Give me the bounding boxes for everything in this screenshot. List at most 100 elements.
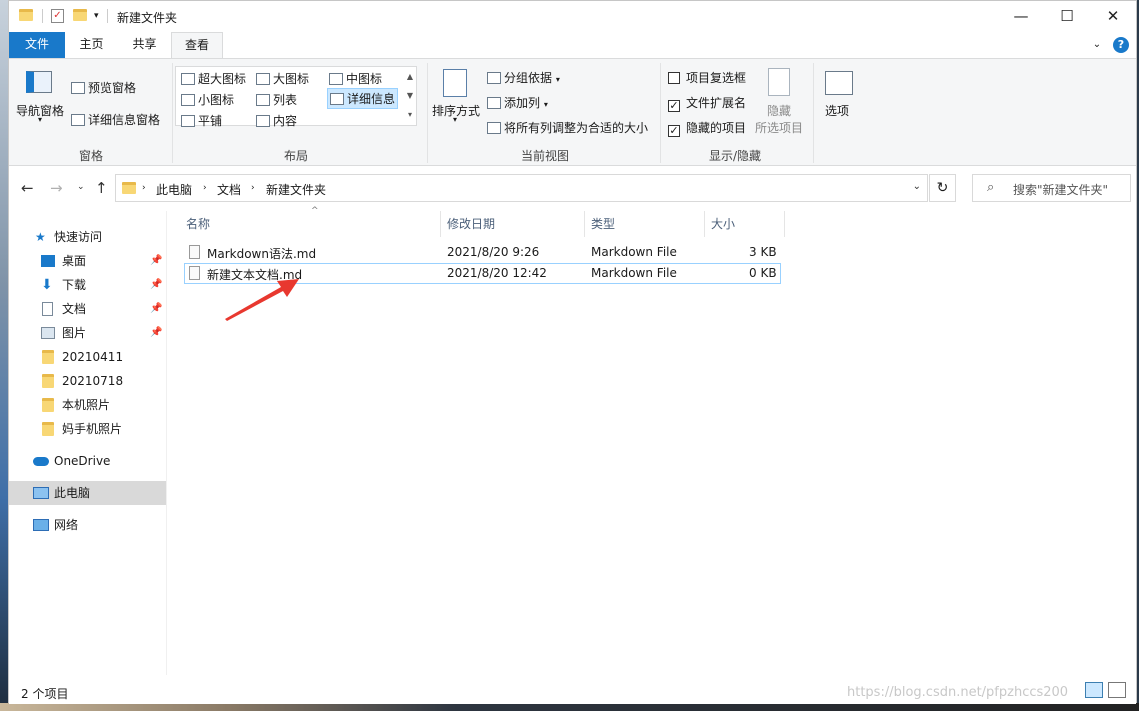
expand-ribbon-icon[interactable]: ⌄: [1089, 37, 1105, 53]
file-list: ^ 名称 修改日期 类型 大小 Markdown语法.md 2021/8/20 …: [167, 206, 1136, 675]
hidden-items-toggle[interactable]: ✓ 隐藏的项目: [668, 119, 746, 137]
folder-icon: [42, 422, 54, 436]
tab-home[interactable]: 主页: [65, 32, 118, 58]
item-count: 2 个项目: [21, 687, 69, 701]
fit-columns-button[interactable]: 将所有列调整为合适的大小: [487, 119, 648, 136]
breadcrumb-this-pc[interactable]: 此电脑: [156, 181, 192, 198]
layout-details[interactable]: 详细信息: [327, 88, 399, 109]
expand-gallery-icon[interactable]: ▾: [408, 110, 412, 119]
layout-large-icons[interactable]: 大图标: [256, 70, 309, 87]
chevron-down-icon[interactable]: ▾: [94, 11, 99, 21]
sidebar-item-quick-access[interactable]: ★ 快速访问: [9, 225, 166, 249]
layout-item-label: 内容: [273, 114, 298, 128]
search-input[interactable]: ⌕ 搜索"新建文件夹": [972, 174, 1131, 202]
tab-share[interactable]: 共享: [118, 32, 171, 58]
maximize-button[interactable]: ☐: [1044, 1, 1090, 32]
column-header-modified[interactable]: 修改日期: [447, 215, 495, 232]
breadcrumb-documents[interactable]: 文档: [217, 181, 241, 198]
chevron-right-icon[interactable]: ›: [203, 183, 207, 193]
scroll-down-icon[interactable]: ▼: [407, 91, 413, 100]
column-separator[interactable]: [584, 211, 585, 237]
layout-extra-large-icons[interactable]: 超大图标: [181, 70, 246, 87]
layout-gallery-scroll[interactable]: ▲ ▼ ▾: [404, 67, 416, 125]
sidebar-item-folder[interactable]: 妈手机照片: [9, 417, 166, 441]
sidebar-item-this-pc[interactable]: 此电脑: [9, 481, 166, 505]
layout-medium-icons[interactable]: 中图标: [329, 70, 382, 87]
column-separator[interactable]: [784, 211, 785, 237]
column-separator[interactable]: [704, 211, 705, 237]
tiles-icon: [181, 115, 195, 127]
sidebar-item-desktop[interactable]: 桌面 📌: [9, 249, 166, 273]
file-name: Markdown语法.md: [207, 247, 317, 261]
sidebar-item-folder[interactable]: 20210411: [9, 345, 166, 369]
large-icons-view-button[interactable]: [1108, 682, 1126, 698]
sidebar-item-folder[interactable]: 20210718: [9, 369, 166, 393]
column-header-type[interactable]: 类型: [591, 215, 615, 232]
layout-content[interactable]: 内容: [256, 112, 297, 129]
up-icon[interactable]: ↑: [95, 179, 108, 197]
details-icon: [330, 93, 344, 105]
sidebar-item-folder[interactable]: 本机照片: [9, 393, 166, 417]
layout-item-label: 超大图标: [198, 72, 247, 86]
minimize-button[interactable]: —: [998, 1, 1044, 32]
title-bar: ✓ ▾ 新建文件夹 — ☐ ✕: [9, 1, 1136, 32]
tab-file[interactable]: 文件: [9, 32, 65, 58]
refresh-button[interactable]: ↻: [929, 174, 956, 202]
group-by-label: 分组依据: [504, 71, 553, 85]
item-checkboxes-toggle[interactable]: 项目复选框: [668, 69, 746, 86]
file-extensions-toggle[interactable]: ✓ 文件扩展名: [668, 94, 746, 112]
navigation-pane: ★ 快速访问 桌面 📌 ⬇ 下载 📌 文档 📌 图片 📌 20210411 20…: [9, 211, 166, 675]
details-pane-button[interactable]: 详细信息窗格: [71, 111, 160, 128]
pin-icon[interactable]: 📌: [150, 273, 162, 297]
sidebar-item-pictures[interactable]: 图片 📌: [9, 321, 166, 345]
folder-icon: [42, 350, 54, 364]
pin-icon[interactable]: 📌: [150, 321, 162, 345]
sidebar-item-downloads[interactable]: ⬇ 下载 📌: [9, 273, 166, 297]
new-folder-icon[interactable]: [73, 9, 87, 21]
checkbox-checked-icon[interactable]: ✓: [668, 100, 680, 112]
sidebar-item-label: 20210718: [62, 374, 124, 388]
recent-locations-icon[interactable]: ⌄: [77, 182, 85, 192]
layout-list[interactable]: 列表: [256, 91, 297, 108]
address-bar[interactable]: › 此电脑 › 文档 › 新建文件夹 ⌄: [115, 174, 928, 202]
add-column-button[interactable]: 添加列 ▾: [487, 94, 548, 111]
folder-icon: [42, 398, 54, 412]
refresh-icon: ↻: [936, 180, 949, 196]
details-view-button[interactable]: [1085, 682, 1103, 698]
column-separator[interactable]: [440, 211, 441, 237]
sidebar-item-documents[interactable]: 文档 📌: [9, 297, 166, 321]
properties-icon[interactable]: ✓: [51, 9, 64, 23]
breadcrumb-new-folder[interactable]: 新建文件夹: [266, 181, 326, 198]
file-size: 0 KB: [749, 266, 777, 280]
chevron-right-icon[interactable]: ›: [142, 183, 146, 193]
preview-pane-button[interactable]: 预览窗格: [71, 79, 136, 96]
chevron-right-icon[interactable]: ›: [251, 183, 255, 193]
chevron-down-icon: ▾: [453, 115, 458, 124]
back-icon[interactable]: ←: [21, 179, 34, 197]
network-icon: [33, 519, 49, 531]
file-row[interactable]: Markdown语法.md 2021/8/20 9:26 Markdown Fi…: [184, 242, 781, 263]
column-header-name[interactable]: 名称: [186, 215, 210, 232]
layout-small-icons[interactable]: 小图标: [181, 91, 234, 108]
help-icon[interactable]: ?: [1113, 37, 1129, 53]
pin-icon[interactable]: 📌: [150, 249, 162, 273]
group-separator: [172, 63, 173, 163]
column-header-size[interactable]: 大小: [711, 215, 735, 232]
tab-view[interactable]: 查看: [171, 32, 223, 59]
layout-tiles[interactable]: 平铺: [181, 112, 222, 129]
options-button[interactable]: 选项: [825, 102, 849, 119]
sidebar-item-onedrive[interactable]: OneDrive: [9, 449, 166, 473]
pin-icon[interactable]: 📌: [150, 297, 162, 321]
large-icons-icon: [256, 73, 270, 85]
file-type: Markdown File: [591, 266, 677, 280]
scroll-up-icon[interactable]: ▲: [407, 72, 413, 81]
chevron-down-icon[interactable]: ⌄: [913, 181, 921, 192]
explorer-window: ✓ ▾ 新建文件夹 — ☐ ✕ 文件 主页 共享 查看 ⌄ ? 导航窗格 ▾ 预…: [8, 0, 1137, 704]
close-button[interactable]: ✕: [1090, 1, 1136, 32]
checkbox-empty-icon[interactable]: [668, 72, 680, 84]
group-by-button[interactable]: 分组依据 ▾: [487, 69, 560, 86]
checkbox-checked-icon[interactable]: ✓: [668, 125, 680, 137]
sidebar-item-network[interactable]: 网络: [9, 513, 166, 537]
forward-icon[interactable]: →: [50, 179, 63, 197]
group-by-icon: [487, 72, 501, 84]
